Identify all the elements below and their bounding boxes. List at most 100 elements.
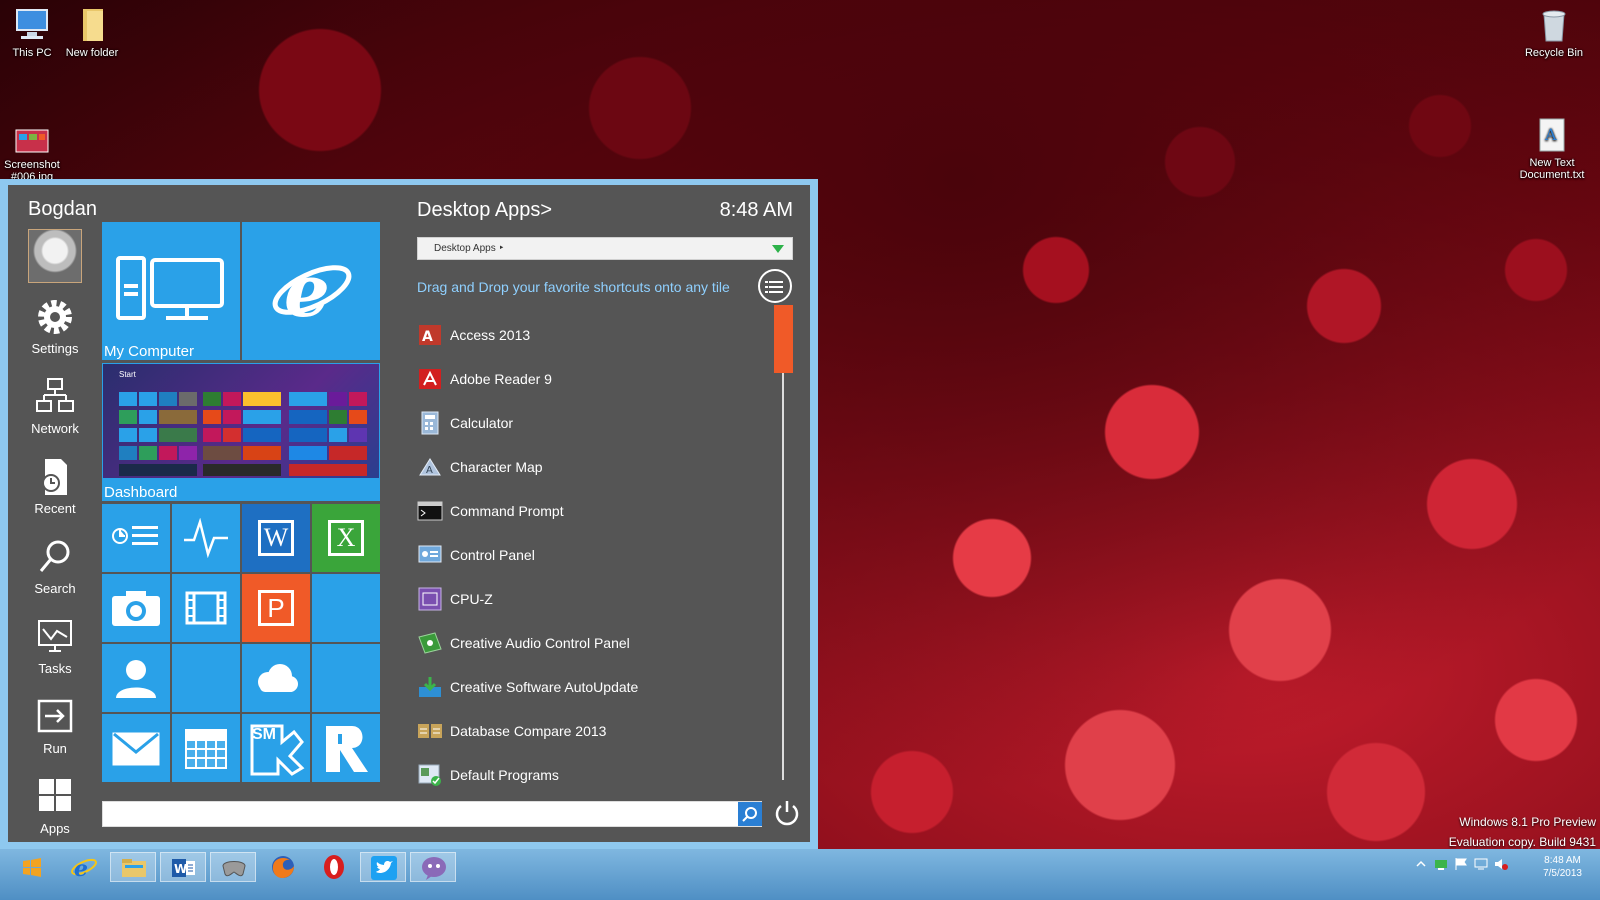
list-item[interactable]: Calculator — [417, 401, 767, 445]
list-item[interactable]: Command Prompt — [417, 489, 767, 533]
tile-empty-3[interactable] — [312, 644, 380, 712]
taskbar-file-explorer[interactable] — [110, 852, 156, 882]
computer-icon — [13, 6, 51, 44]
recent-icon — [33, 455, 77, 499]
creative-update-icon — [417, 675, 443, 699]
app-label: Command Prompt — [450, 503, 564, 519]
firefox-icon — [270, 854, 296, 880]
tray-time: 8:48 AM — [1544, 855, 1581, 866]
app-label: CPU-Z — [450, 591, 493, 607]
taskbar-word[interactable]: W — [160, 852, 206, 882]
taskbar-clock[interactable]: 8:48 AM 7/5/2013 — [1543, 854, 1582, 880]
person-icon — [114, 656, 158, 700]
tile-empty-2[interactable] — [172, 644, 240, 712]
character-map-icon: A — [417, 455, 443, 479]
sidebar-item-label: Search — [34, 581, 76, 596]
tile-excel[interactable]: X — [312, 504, 380, 572]
network-icon — [33, 375, 77, 419]
show-hidden-icons-icon[interactable] — [1416, 859, 1426, 869]
tile-list[interactable] — [102, 504, 170, 572]
excel-icon: X — [328, 520, 364, 556]
taskbar-twitter[interactable] — [360, 852, 406, 882]
tile-video[interactable] — [172, 574, 240, 642]
taskbar-firefox[interactable] — [260, 852, 306, 882]
sidebar-item-recent[interactable]: Recent — [18, 455, 92, 516]
list-item[interactable]: Database Compare 2013 — [417, 709, 767, 753]
tile-people[interactable] — [102, 644, 170, 712]
default-programs-icon — [417, 763, 443, 787]
tile-camera[interactable] — [102, 574, 170, 642]
sidebar-item-run[interactable]: Run — [18, 695, 92, 756]
taskbar-start-button[interactable] — [8, 852, 54, 882]
sidebar-item-label: Apps — [40, 821, 70, 836]
app-label: Creative Software AutoUpdate — [450, 679, 639, 695]
tile-onedrive[interactable] — [242, 644, 310, 712]
monitor-icon[interactable] — [1474, 857, 1488, 871]
desktop-icon-this-pc[interactable]: This PC — [0, 6, 64, 59]
desktop-icon-label: Recycle Bin — [1524, 47, 1584, 59]
network-status-icon[interactable] — [1434, 857, 1448, 871]
creative-audio-icon — [417, 631, 443, 655]
pulse-icon — [182, 518, 230, 558]
start-menu: Bogdan Settings Network Recent Search Ta… — [0, 179, 818, 849]
list-item[interactable]: CPU-Z — [417, 577, 767, 621]
list-item[interactable]: A Character Map — [417, 445, 767, 489]
tile-word[interactable]: W — [242, 504, 310, 572]
tile-activity[interactable] — [172, 504, 240, 572]
tile-empty-1[interactable] — [312, 574, 380, 642]
scrollbar-track[interactable] — [782, 305, 784, 780]
search-input[interactable] — [102, 801, 762, 827]
taskbar-opera[interactable] — [310, 852, 356, 882]
tile-my-computer[interactable]: My Computer — [102, 222, 240, 360]
tray-date: 7/5/2013 — [1543, 868, 1582, 879]
twitter-icon — [370, 855, 398, 881]
sidebar-item-network[interactable]: Network — [18, 375, 92, 436]
list-item[interactable]: A Access 2013 — [417, 313, 767, 357]
run-icon — [33, 695, 77, 739]
desktop-icon-new-text-document[interactable]: A New Text Document.txt — [1516, 92, 1588, 181]
search-button[interactable] — [738, 802, 762, 826]
list-item[interactable]: Creative Software AutoUpdate — [417, 665, 767, 709]
taskbar-internet-explorer[interactable]: e — [60, 852, 106, 882]
tile-powerpoint[interactable]: P — [242, 574, 310, 642]
list-item[interactable]: Default Programs — [417, 753, 767, 797]
list-item[interactable]: Adobe Reader 9 — [417, 357, 767, 401]
power-button[interactable] — [772, 798, 802, 828]
folder-icon — [73, 6, 111, 44]
apps-header[interactable]: Desktop Apps> — [417, 199, 552, 222]
tile-mail[interactable] — [102, 714, 170, 782]
scrollbar-thumb[interactable] — [774, 305, 793, 373]
search-icon — [33, 535, 77, 579]
desktop-icon-screenshot[interactable]: Screenshot #006.jpg — [0, 102, 64, 183]
tile-internet-explorer[interactable]: e — [242, 222, 380, 360]
sidebar-item-apps[interactable]: Apps — [18, 775, 92, 836]
avatar[interactable] — [28, 229, 82, 283]
tile-calendar[interactable] — [172, 714, 240, 782]
list-item[interactable]: Creative Audio Control Panel — [417, 621, 767, 665]
tile-sm-share[interactable]: SM — [242, 714, 310, 782]
tile-reader[interactable] — [312, 714, 380, 782]
calendar-icon — [184, 726, 228, 770]
taskbar-game[interactable] — [210, 852, 256, 882]
reader-icon — [322, 724, 370, 774]
taskbar-chat[interactable] — [410, 852, 456, 882]
desktop-icon-new-folder[interactable]: New folder — [60, 6, 124, 59]
image-file-icon — [13, 114, 51, 153]
list-item[interactable]: Control Panel — [417, 533, 767, 577]
taskbar: e W 8:48 AM 7/5/2013 — [0, 849, 1600, 900]
film-icon — [184, 590, 228, 626]
desktop-icon-recycle-bin[interactable]: Recycle Bin — [1522, 6, 1586, 59]
internet-explorer-icon: e — [270, 250, 354, 330]
sidebar-item-tasks[interactable]: Tasks — [18, 615, 92, 676]
sidebar-item-label: Tasks — [38, 661, 72, 676]
control-panel-icon — [417, 543, 443, 567]
sidebar-item-search[interactable]: Search — [18, 535, 92, 596]
desktop-icon-label: New folder — [65, 47, 119, 59]
flag-icon[interactable] — [1454, 857, 1468, 871]
tasks-icon — [33, 615, 77, 659]
apps-category-dropdown[interactable]: Desktop Apps ‣ — [417, 237, 793, 260]
volume-muted-icon[interactable] — [1494, 857, 1508, 871]
list-view-button[interactable] — [758, 269, 792, 303]
sidebar-item-settings[interactable]: Settings — [18, 295, 92, 356]
tile-dashboard[interactable]: Start Dashboard — [102, 363, 380, 501]
